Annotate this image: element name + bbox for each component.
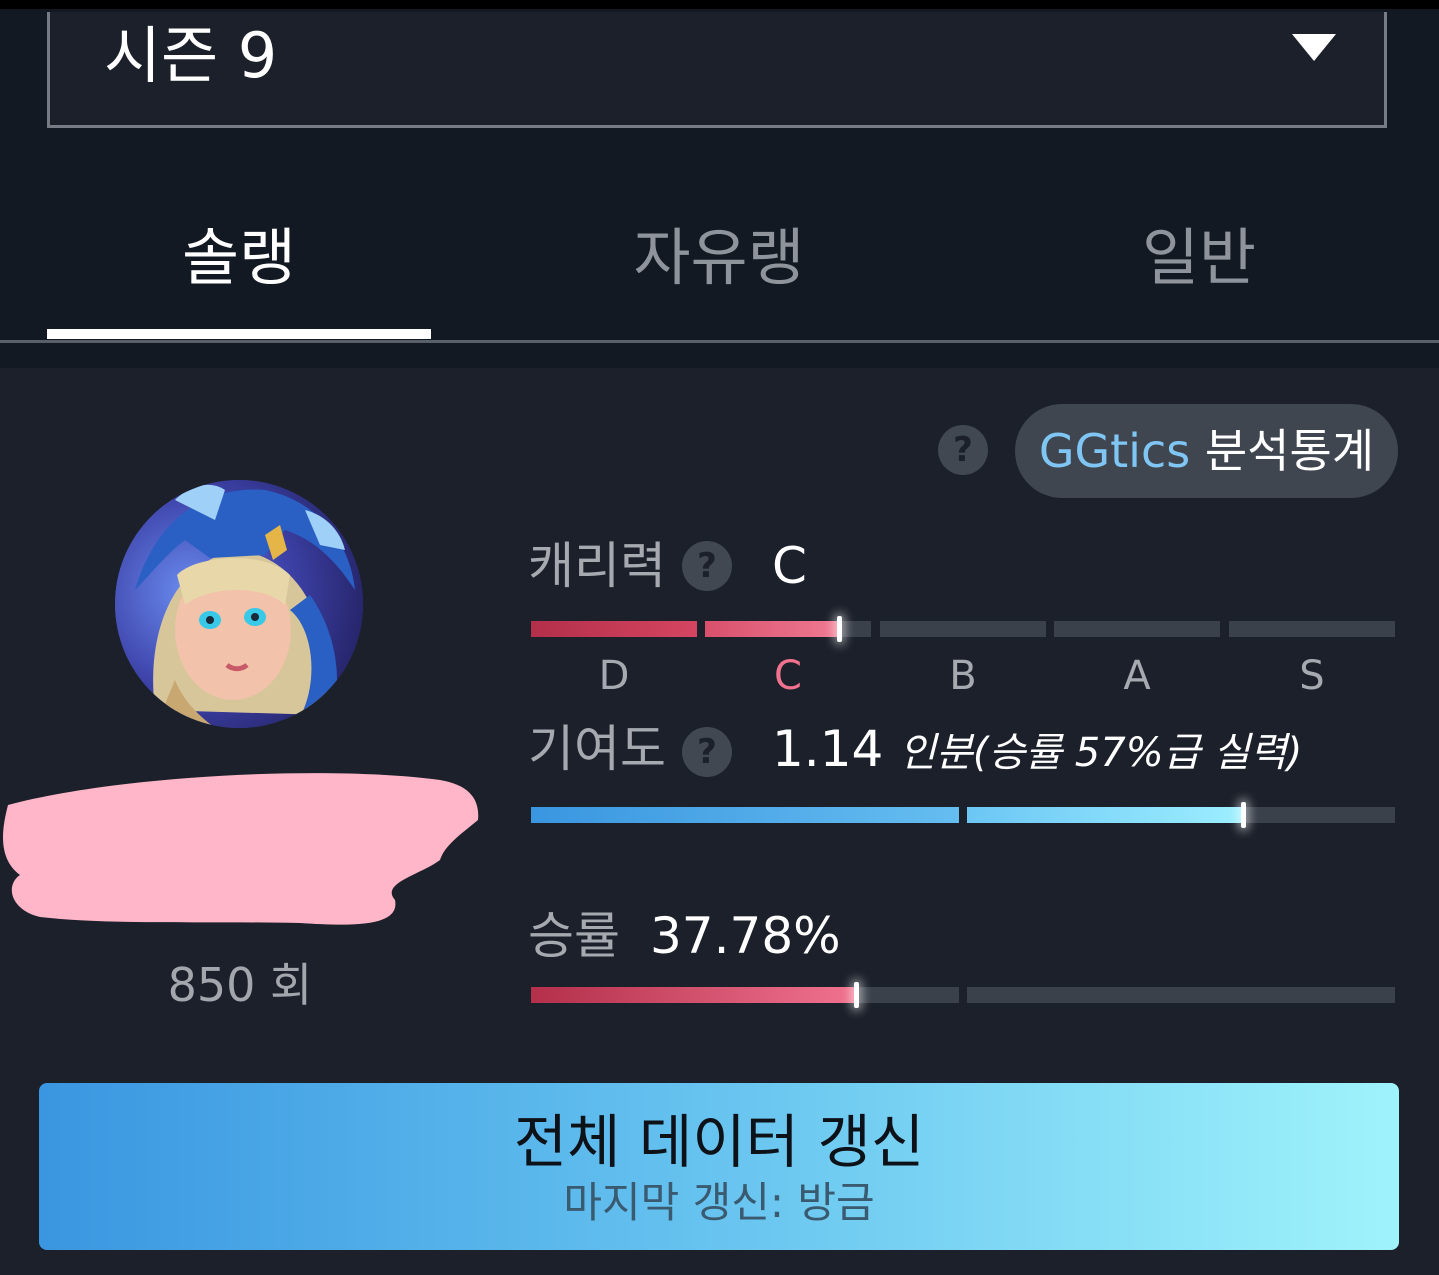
dropdown-arrow-icon <box>1292 34 1336 61</box>
winrate-bar-left <box>531 987 959 1003</box>
season-select[interactable]: 시즌 9 <box>47 12 1387 128</box>
carry-label: 캐리력 <box>528 537 666 595</box>
tab-normal[interactable]: 일반 <box>1007 218 1391 298</box>
contribution-value: 1.14 <box>772 720 884 778</box>
contribution-detail: 인분(승률 57%급 실력) <box>899 730 1303 776</box>
play-count: 850 회 <box>167 958 313 1012</box>
contribution-bar-right <box>967 807 1395 823</box>
carry-bar-a <box>1054 621 1220 637</box>
contribution-bar-left <box>531 807 959 823</box>
carry-bar-b <box>880 621 1046 637</box>
carry-marker <box>837 616 842 642</box>
grade-label-a: A <box>1123 653 1151 699</box>
grade-label-s: S <box>1299 653 1325 699</box>
winrate-value: 37.78% <box>650 907 841 965</box>
refresh-subtitle: 마지막 갱신: 방금 <box>563 1178 875 1227</box>
tab-divider <box>0 340 1439 343</box>
carry-bar-c <box>705 621 871 637</box>
grade-label-b: B <box>949 653 977 699</box>
carry-bar-s <box>1229 621 1395 637</box>
tab-flex-rank[interactable]: 자유랭 <box>527 218 911 298</box>
refresh-title: 전체 데이터 갱신 <box>513 1108 925 1176</box>
winrate-bar-right <box>967 987 1395 1003</box>
ggtics-brand: GGtics <box>1038 424 1191 478</box>
season-label: 시즌 9 <box>104 19 278 92</box>
grade-label-d: D <box>598 653 630 699</box>
carry-value: C <box>772 537 807 595</box>
ggtics-analysis-button[interactable]: GGtics 분석통계 <box>1015 404 1398 498</box>
grade-label-c: C <box>774 653 802 699</box>
top-edge <box>0 0 1439 9</box>
tab-active-indicator <box>47 329 431 339</box>
ggtics-label: 분석통계 <box>1204 424 1375 478</box>
redacted-name-scribble <box>3 773 479 925</box>
winrate-marker <box>854 982 859 1008</box>
winrate-label: 승률 <box>528 907 620 965</box>
carry-bar-d <box>531 621 697 637</box>
refresh-all-data-button[interactable]: 전체 데이터 갱신 마지막 갱신: 방금 <box>39 1083 1399 1250</box>
tab-solo-rank[interactable]: 솔랭 <box>47 218 431 298</box>
contribution-value-line: 1.14 인분(승률 57%급 실력) <box>772 719 1302 783</box>
analysis-help-icon[interactable]: ? <box>938 425 988 475</box>
contribution-help-icon[interactable]: ? <box>682 727 732 777</box>
contribution-marker <box>1241 802 1246 828</box>
carry-help-icon[interactable]: ? <box>682 541 732 591</box>
contribution-label: 기여도 <box>528 720 666 778</box>
champion-avatar <box>115 480 363 728</box>
